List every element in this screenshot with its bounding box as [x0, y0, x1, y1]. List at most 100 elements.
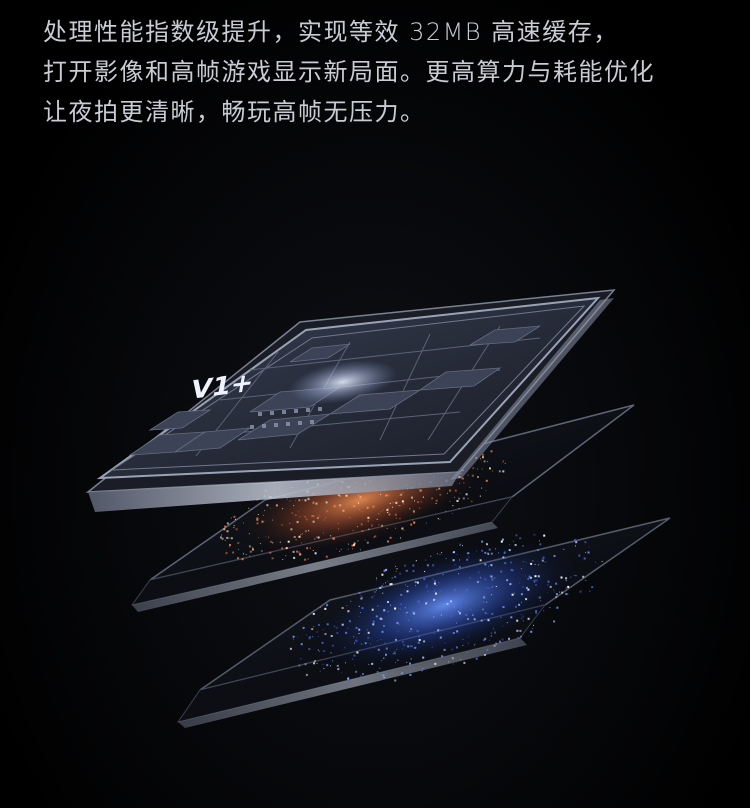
particle	[575, 575, 577, 577]
particle	[406, 611, 408, 613]
particle	[334, 504, 336, 506]
particle	[488, 565, 490, 567]
particle	[525, 598, 528, 601]
particle	[301, 542, 303, 544]
particle	[305, 518, 308, 521]
particle	[304, 558, 307, 561]
particle	[396, 568, 398, 570]
particle	[467, 642, 469, 644]
particle	[317, 536, 320, 539]
particle	[409, 508, 411, 510]
particle	[558, 591, 560, 593]
particle	[249, 550, 252, 553]
particle	[387, 540, 390, 543]
particle	[387, 580, 389, 582]
particle	[413, 512, 415, 514]
particle	[476, 550, 477, 552]
particle	[409, 665, 411, 667]
particle	[494, 577, 496, 579]
particle	[406, 661, 408, 663]
particle	[489, 575, 491, 577]
particle	[403, 529, 405, 531]
particle	[377, 639, 379, 641]
particle	[358, 616, 360, 617]
particle	[356, 526, 358, 528]
particle	[226, 536, 229, 539]
particle	[534, 575, 536, 577]
particle	[224, 539, 226, 541]
particle	[394, 653, 396, 655]
particle	[412, 519, 414, 521]
particle	[382, 674, 385, 677]
particle	[293, 635, 295, 637]
particle	[491, 578, 494, 581]
particle	[396, 621, 399, 624]
particle	[269, 507, 271, 509]
particle	[376, 671, 379, 673]
particle	[366, 541, 369, 544]
particle	[367, 520, 369, 522]
particle	[509, 544, 511, 546]
particle	[458, 573, 460, 575]
particle	[547, 580, 550, 583]
particle	[601, 561, 603, 562]
particle	[368, 528, 370, 530]
particle	[434, 599, 436, 601]
particle	[396, 501, 398, 503]
particle	[336, 632, 339, 634]
particle	[340, 548, 342, 550]
particle	[360, 675, 362, 677]
particle	[506, 622, 508, 624]
particle	[454, 564, 456, 566]
particle	[319, 670, 321, 672]
particle	[242, 552, 244, 554]
particle	[433, 580, 436, 583]
particle	[490, 594, 492, 596]
particle	[260, 543, 261, 544]
particle	[383, 677, 385, 679]
particle	[433, 582, 436, 585]
particle	[302, 499, 303, 501]
particle	[502, 606, 505, 608]
particle	[379, 494, 381, 496]
particle	[312, 501, 315, 504]
particle	[445, 510, 447, 512]
particle	[459, 493, 461, 494]
particle	[347, 543, 349, 545]
particle	[514, 592, 516, 594]
particle	[311, 515, 314, 517]
particle	[221, 534, 222, 536]
particle	[425, 559, 427, 561]
particle	[387, 511, 389, 513]
particle	[355, 670, 358, 673]
particle	[385, 582, 386, 584]
particle	[502, 470, 505, 473]
particle	[501, 638, 504, 641]
particle	[333, 537, 335, 540]
particle	[432, 564, 435, 567]
particle	[448, 661, 450, 663]
particle	[459, 482, 460, 484]
particle	[323, 519, 325, 521]
particle	[401, 672, 404, 675]
particle	[520, 568, 522, 569]
particle	[500, 616, 502, 618]
particle	[439, 554, 441, 555]
particle	[396, 649, 398, 650]
particle	[281, 524, 283, 526]
particle	[375, 615, 378, 618]
particle	[226, 530, 229, 533]
particle	[378, 524, 380, 526]
particle	[344, 647, 346, 649]
particle	[271, 557, 274, 560]
particle	[326, 664, 329, 667]
particle	[477, 476, 479, 478]
particle	[373, 595, 375, 597]
particle	[275, 504, 278, 507]
particle	[441, 552, 443, 554]
particle	[413, 521, 416, 524]
particle	[281, 547, 284, 550]
particle	[330, 635, 333, 637]
particle	[565, 593, 568, 596]
particle	[397, 631, 399, 633]
